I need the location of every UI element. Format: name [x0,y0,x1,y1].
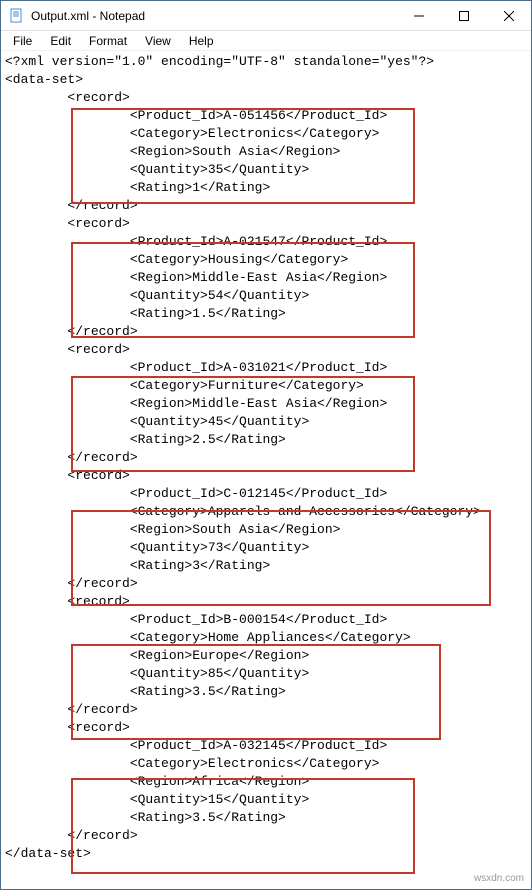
highlight-box-1 [71,108,415,204]
notepad-window: Output.xml - Notepad File Edit Format Vi… [0,0,532,890]
window-title: Output.xml - Notepad [31,9,396,23]
watermark: wsxdn.com [474,873,524,884]
menu-help[interactable]: Help [181,32,222,50]
highlight-box-2 [71,242,415,338]
menu-format[interactable]: Format [81,32,135,50]
menu-file[interactable]: File [5,32,40,50]
menu-edit[interactable]: Edit [42,32,79,50]
highlight-box-6 [71,778,415,874]
highlight-box-4 [71,510,491,606]
maximize-button[interactable] [441,1,486,30]
menubar: File Edit Format View Help [1,31,531,51]
minimize-button[interactable] [396,1,441,30]
menu-view[interactable]: View [137,32,179,50]
window-controls [396,1,531,30]
highlight-box-5 [71,644,441,740]
text-content-area[interactable]: <?xml version="1.0" encoding="UTF-8" sta… [1,51,531,889]
titlebar: Output.xml - Notepad [1,1,531,31]
close-button[interactable] [486,1,531,30]
highlight-box-3 [71,376,415,472]
notepad-icon [9,8,25,24]
